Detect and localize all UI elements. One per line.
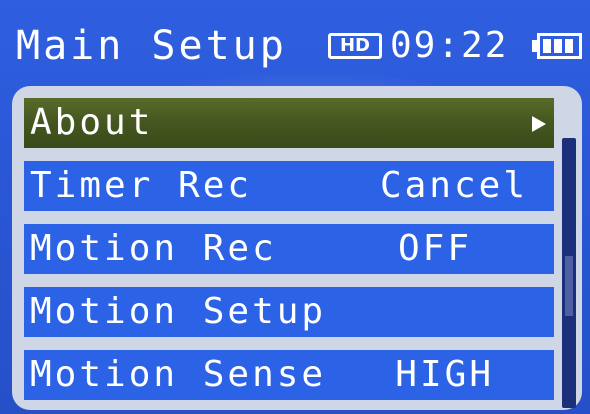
menu-item-label: Timer Rec: [30, 165, 253, 206]
hd-badge: HD: [328, 33, 382, 59]
battery-level-bar: [565, 39, 573, 53]
battery-body: [537, 33, 582, 59]
device-screen: Main Setup HD 09:22 About Timer Rec Canc…: [0, 0, 590, 414]
submenu-arrow-icon: [532, 116, 546, 132]
battery-level-bar: [554, 39, 562, 53]
menu-item-motion-setup[interactable]: Motion Setup: [24, 287, 554, 337]
battery-level-bar: [543, 39, 551, 53]
clock-time: 09:22: [390, 25, 509, 66]
menu-item-about[interactable]: About: [24, 98, 554, 148]
header-bar: Main Setup HD 09:22: [0, 0, 590, 86]
menu-item-label: About: [30, 102, 154, 143]
menu-item-motion-sense[interactable]: Motion Sense HIGH: [24, 350, 554, 400]
menu-item-label: Motion Sense: [30, 354, 327, 395]
menu-item-value: OFF: [397, 228, 472, 269]
battery-full-icon: [532, 33, 584, 59]
menu-item-timer-rec[interactable]: Timer Rec Cancel: [24, 161, 554, 211]
page-title: Main Setup: [16, 23, 287, 69]
menu-item-label: Motion Setup: [30, 291, 327, 332]
scrollbar-thumb[interactable]: [565, 256, 573, 316]
menu-item-value: Cancel: [379, 165, 528, 206]
menu-item-value: HIGH: [395, 354, 494, 395]
menu-item-motion-rec[interactable]: Motion Rec OFF: [24, 224, 554, 274]
menu-scrollbar[interactable]: [562, 138, 576, 408]
menu-list: About Timer Rec Cancel Motion Rec OFF Mo…: [24, 98, 554, 408]
menu-item-label: Motion Rec: [30, 228, 277, 269]
